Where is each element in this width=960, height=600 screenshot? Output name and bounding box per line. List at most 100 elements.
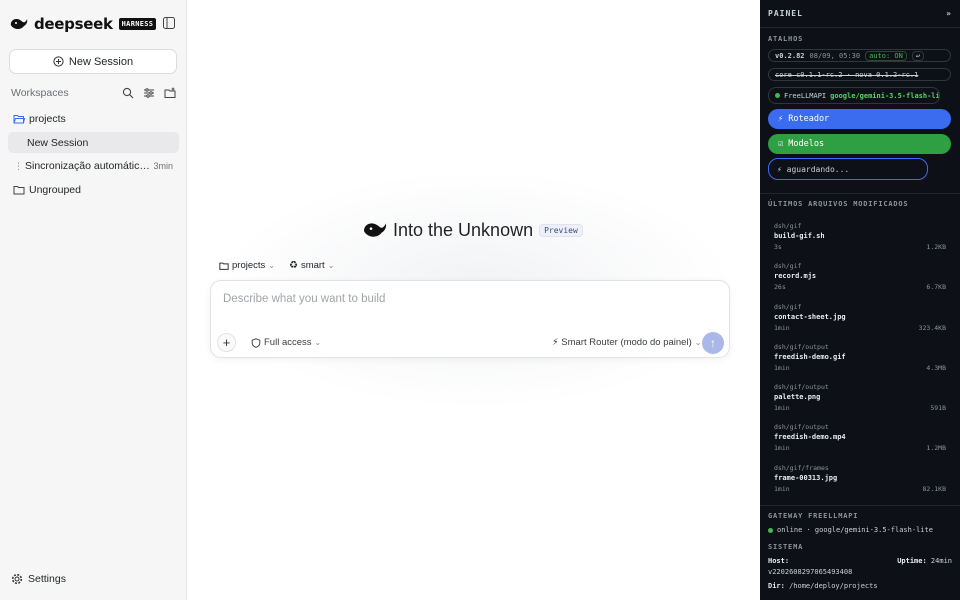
workspaces-header: Workspaces	[11, 87, 176, 99]
shield-icon	[251, 337, 261, 348]
settings-button[interactable]: Settings	[11, 573, 66, 585]
dir-label: Dir:	[768, 582, 785, 590]
system-host-row: Host: Uptime: 24min v2202608297065493408	[768, 556, 952, 578]
chevron-down-icon: ⌄	[327, 261, 335, 270]
file-size: 4.3MB	[926, 363, 946, 372]
plus-circle-icon	[53, 56, 64, 67]
system-section-label: SISTEMA	[768, 543, 804, 551]
file-path: dsh/gif/output	[774, 383, 829, 392]
file-age: 3s	[774, 243, 782, 251]
whale-logo-icon	[10, 19, 28, 30]
new-folder-icon[interactable]	[164, 87, 176, 99]
uptime-label: Uptime:	[897, 557, 927, 565]
dir-value: /home/deploy/projects	[789, 582, 878, 590]
gear-icon	[11, 573, 23, 585]
gateway-status-label: online · google/gemini-3.5-flash-lite	[777, 526, 933, 534]
tree-item-time: 3min	[153, 160, 173, 171]
prompt-input[interactable]: Describe what you want to build	[223, 293, 385, 305]
prompt-composer[interactable]: Describe what you want to build + Full a…	[210, 280, 730, 358]
roteador-button[interactable]: ⚡ Roteador	[768, 109, 951, 129]
tree-item-sincronizacao[interactable]: ⋮ Sincronização automática ... 3min	[8, 155, 179, 176]
mode-selector-label: smart	[300, 260, 325, 271]
tree-item-new-session[interactable]: New Session	[8, 132, 179, 153]
tree-item-projects[interactable]: projects	[8, 108, 179, 129]
file-size: 6.7KB	[926, 283, 946, 292]
settings-label: Settings	[28, 573, 66, 585]
router-selector[interactable]: ⚡ Smart Router (modo do painel) ⌄	[552, 337, 701, 348]
gateway-status: online · google/gemini-3.5-flash-lite	[768, 526, 933, 534]
tree-item-label: Ungrouped	[29, 183, 81, 196]
files-section-label: ÚLTIMOS ARQUIVOS MODIFICADOS	[768, 200, 909, 208]
toggle-sidebar-icon[interactable]	[163, 17, 175, 29]
file-age: 1min	[774, 484, 790, 493]
file-name: freedish-demo.gif	[774, 352, 846, 361]
workspaces-label: Workspaces	[11, 87, 69, 99]
new-session-label: New Session	[68, 55, 134, 68]
file-size: 1.2KB	[926, 243, 946, 251]
folder-icon	[13, 184, 25, 196]
tree-item-ungrouped[interactable]: Ungrouped	[8, 179, 179, 200]
file-size: 82.1KB	[922, 484, 946, 493]
recent-files-list: dsh/gif build-gif.sh 3s 1.2KB dsh/gif rec…	[774, 221, 946, 503]
list-item[interactable]: dsh/gif/output freedish-demo.gif 1min 4.3…	[774, 342, 946, 382]
access-selector[interactable]: Full access ⌄	[251, 337, 321, 348]
sidebar: deepseek HARNESS New Session Workspaces …	[0, 0, 187, 600]
brand-name: deepseek	[34, 15, 113, 33]
status-dot	[775, 93, 780, 98]
status-dot	[768, 527, 773, 533]
host-value: v2202608297065493408	[768, 568, 853, 576]
workspace-selector-label: projects	[232, 260, 266, 271]
hero-heading: Into the Unknown Preview	[363, 218, 583, 242]
file-age: 1min	[774, 444, 790, 453]
file-path: dsh/gif	[774, 302, 802, 311]
file-path: dsh/gif	[774, 222, 802, 230]
undo-button[interactable]: ↩	[911, 50, 925, 61]
mode-selector[interactable]: ♻ smart ⌄	[289, 260, 334, 271]
atalhos-section-label: ATALHOS	[768, 35, 804, 43]
list-item[interactable]: dsh/gif contact-sheet.jpg 1min 323.4KB	[774, 302, 946, 342]
file-path: dsh/gif/output	[774, 423, 829, 432]
chevron-down-icon: ⌄	[268, 261, 275, 270]
file-name: contact-sheet.jpg	[774, 312, 846, 321]
core-version-row: core c0.1.1-rc.2 · nova 0.1.2-rc.1	[768, 68, 951, 81]
tree-item-label: Sincronização automática ...	[25, 159, 154, 172]
main-area: Into the Unknown Preview projects ⌄ ♻ sm…	[187, 0, 760, 600]
panel-title: PAINEL	[768, 9, 803, 18]
auto-toggle[interactable]: auto: ON	[865, 50, 907, 61]
harness-badge: HARNESS	[118, 18, 157, 30]
search-icon[interactable]	[122, 87, 134, 99]
model-selector[interactable]: FreeLLMAPI google/gemini-3.5-flash-lite	[768, 87, 940, 104]
recycle-icon: ♻	[288, 260, 298, 271]
list-item[interactable]: dsh/gif/output palette.png 1min 591B	[774, 382, 946, 422]
drag-handle-icon[interactable]: ⋮	[14, 160, 23, 172]
file-age: 1min	[774, 323, 790, 332]
access-label: Full access	[264, 337, 312, 348]
file-path: dsh/gif/frames	[774, 463, 829, 472]
filter-icon[interactable]	[143, 87, 155, 99]
divider	[760, 27, 960, 28]
file-age: 1min	[774, 363, 790, 372]
collapse-panel-icon[interactable]: »	[946, 9, 952, 18]
new-session-button[interactable]: New Session	[9, 49, 177, 74]
page-title: Into the Unknown	[393, 219, 534, 240]
workspace-selector[interactable]: projects ⌄	[219, 260, 275, 271]
list-item[interactable]: dsh/gif/output freedish-demo.mp4 1min 1.2…	[774, 422, 946, 462]
model-label: google/gemini-3.5-flash-lite	[830, 91, 940, 100]
file-name: frame-00313.jpg	[774, 473, 838, 482]
uptime-value: 24min	[930, 557, 952, 565]
list-item[interactable]: dsh/gif/frames frame-00313.jpg 1min 82.1K…	[774, 463, 946, 503]
file-name: build-gif.sh	[774, 232, 825, 240]
waiting-status: ⚡ aguardando...	[768, 158, 928, 180]
modelos-button[interactable]: ☑ Modelos	[768, 134, 951, 154]
brand-logo[interactable]: deepseek HARNESS	[10, 14, 157, 34]
send-button[interactable]: ↑	[702, 332, 724, 354]
right-panel: PAINEL » ATALHOS v0.2.82 08/09, 05:30 au…	[760, 0, 960, 600]
host-label: Host:	[768, 557, 790, 565]
list-item[interactable]: dsh/gif build-gif.sh 3s 1.2KB	[774, 221, 946, 261]
whale-logo-icon	[363, 223, 387, 237]
context-chips: projects ⌄ ♻ smart ⌄	[219, 260, 334, 271]
router-label: ⚡ Smart Router (modo do painel)	[552, 337, 692, 348]
attach-button[interactable]: +	[217, 333, 236, 352]
list-item[interactable]: dsh/gif record.mjs 26s 6.7KB	[774, 261, 946, 301]
file-path: dsh/gif/output	[774, 342, 829, 351]
